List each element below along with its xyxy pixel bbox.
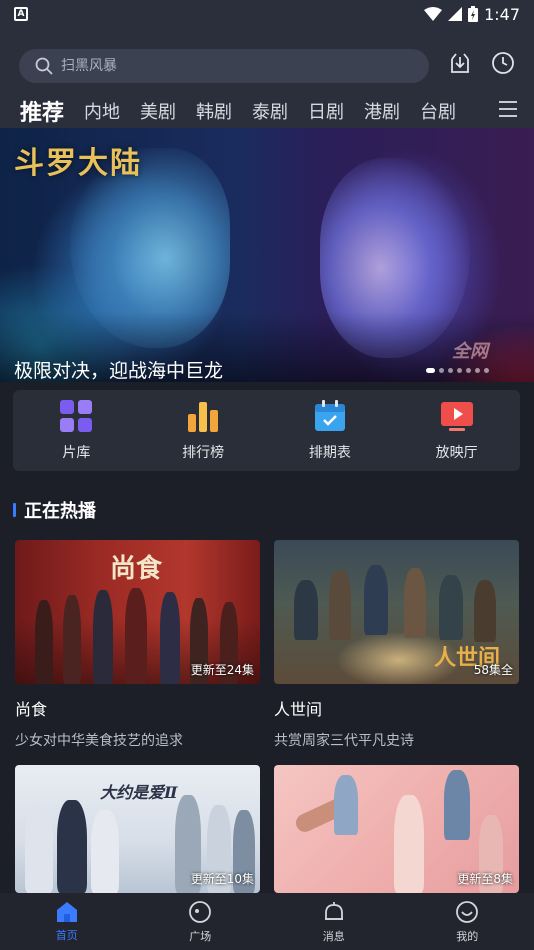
show-subtitle: 共赏周家三代平凡史诗 [274,733,414,749]
quick-link-ranking[interactable]: 排行榜 [153,400,253,462]
download-button[interactable] [447,50,473,76]
poster-figure [160,592,180,684]
episode-badge: 更新至10集 [190,872,254,886]
nav-label: 我的 [456,929,479,943]
carousel-dot[interactable] [475,368,480,373]
signal-icon [448,7,463,21]
poster-figure [439,575,463,640]
bottom-nav: 首页 广场 消息 我的 [0,893,534,950]
tab-thai-drama[interactable]: 泰剧 [252,98,288,124]
search-input[interactable] [61,58,381,74]
carousel-dot[interactable] [426,368,435,373]
tab-korean-drama[interactable]: 韩剧 [196,98,232,124]
quick-link-label: 排期表 [308,444,351,461]
poster-figure [364,565,388,635]
show-card[interactable]: 大约是爱Ⅱ 更新至10集 [15,765,260,893]
poster-figure [57,800,87,893]
show-card[interactable]: 人世间 58集全 人世间 共赏周家三代平凡史诗 [274,540,519,750]
quick-links: 片库 排行榜 排期表 放映厅 [13,390,520,471]
search-icon [35,57,53,75]
carousel-dot[interactable] [484,368,489,373]
episode-badge: 58集全 [473,663,513,677]
banner-caption: 极限对决，迎战海中巨龙 [14,360,224,382]
carousel-indicator [426,368,489,373]
poster-figure [25,805,53,893]
show-card[interactable]: 更新至8集 [274,765,519,893]
banner-watermark: 全网 [452,341,488,362]
carousel-dot[interactable] [448,368,453,373]
section-accent-bar [13,503,16,517]
nav-plaza[interactable]: 广场 [160,900,240,944]
poster-figure [474,580,496,642]
bar-chart-icon [188,401,219,432]
nav-label: 广场 [189,929,212,943]
poster-figure [394,795,424,893]
tab-japanese-drama[interactable]: 日剧 [308,98,344,124]
clock-icon [492,52,514,74]
tab-mainland[interactable]: 内地 [84,98,120,124]
carousel-dot[interactable] [439,368,444,373]
tab-recommend[interactable]: 推荐 [20,95,64,127]
quick-link-label: 排行榜 [182,444,225,461]
tab-us-drama[interactable]: 美剧 [140,98,176,124]
compass-icon [189,900,212,923]
show-subtitle: 少女对中华美食技艺的追求 [15,733,183,749]
poster-figure [294,580,318,640]
nav-profile[interactable]: 我的 [427,900,507,944]
app-notification-icon: A [14,7,28,21]
section-title: 正在热播 [24,501,96,522]
search-bar[interactable] [19,49,429,83]
quick-link-library[interactable]: 片库 [26,399,126,462]
episode-badge: 更新至24集 [190,663,254,677]
history-button[interactable] [490,50,516,76]
menu-icon[interactable] [498,100,518,118]
status-bar: A 1:47 [0,0,534,28]
bell-icon [324,901,343,920]
nav-home[interactable]: 首页 [27,901,107,943]
poster-figure [125,588,147,684]
home-icon [56,901,77,922]
carousel-dot[interactable] [457,368,462,373]
poster-title: 尚食 [110,554,163,584]
show-title[interactable]: 人世间 [274,696,519,720]
nav-label: 首页 [55,928,78,942]
show-title[interactable]: 尚食 [15,696,260,720]
banner-logo: 斗罗大陆 [14,146,142,181]
poster-figure [404,568,426,638]
nav-label: 消息 [322,929,345,943]
poster-figure [444,770,470,840]
quick-link-theater[interactable]: 放映厅 [407,400,507,462]
show-poster[interactable]: 更新至8集 [274,765,519,893]
carousel-dot[interactable] [466,368,471,373]
poster-figure [63,595,81,684]
show-poster[interactable]: 尚食 更新至24集 [15,540,260,684]
tab-tw-drama[interactable]: 台剧 [420,98,456,124]
category-tabs: 推荐 内地 美剧 韩剧 泰剧 日剧 港剧 台剧 [0,92,534,130]
smile-icon [456,900,479,923]
wifi-icon [424,7,443,21]
poster-figure [334,775,358,835]
quick-link-label: 放映厅 [435,444,478,461]
poster-figure [329,570,351,640]
tab-hk-drama[interactable]: 港剧 [364,98,400,124]
show-card[interactable]: 尚食 更新至24集 尚食 少女对中华美食技艺的追求 [15,540,260,750]
poster-title: 大约是爱Ⅱ [100,783,178,802]
quick-link-schedule[interactable]: 排期表 [280,399,380,462]
calendar-icon [314,399,345,431]
nav-messages[interactable]: 消息 [294,900,374,944]
quick-link-label: 片库 [62,444,91,461]
episode-badge: 更新至8集 [457,872,513,886]
grid-icon [60,399,93,432]
clock-time: 1:47 [484,4,520,24]
poster-figure [91,810,119,893]
poster-figure [35,600,53,684]
show-poster[interactable]: 大约是爱Ⅱ 更新至10集 [15,765,260,893]
section-header: 正在热播 [13,498,96,522]
download-icon [451,53,469,73]
play-screen-icon [440,401,473,431]
battery-icon [468,6,479,22]
poster-figure [93,590,113,684]
show-poster[interactable]: 人世间 58集全 [274,540,519,684]
